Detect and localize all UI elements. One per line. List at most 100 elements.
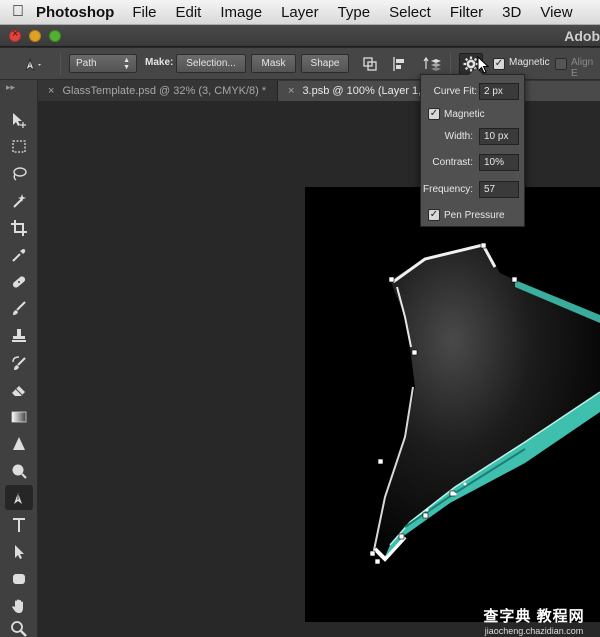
healing-brush-tool[interactable] [5,269,33,294]
lasso-tool[interactable] [5,161,33,186]
zoom-icon [11,620,27,637]
shape-tool[interactable] [5,566,33,591]
menu-type[interactable]: Type [338,4,371,21]
bandage-icon [12,275,26,288]
zoom-tool[interactable] [5,616,33,637]
make-selection-button[interactable]: Selection... [176,54,246,73]
hand-tool[interactable] [5,593,33,618]
align-edges-label: Align E [571,57,594,79]
make-shape-button[interactable]: Shape [301,54,349,73]
gradient-icon [11,411,27,422]
path-alignment-icon [393,57,404,71]
pen-pressure-checkbox[interactable]: ✓ [428,209,440,221]
move-tool-icon [13,112,26,128]
path-select-arrow-icon [15,544,24,559]
divider [450,53,451,75]
shard-body [373,245,600,563]
mode-select-value: Path [76,58,97,69]
close-tab-icon[interactable]: × [288,85,294,97]
menu-layer[interactable]: Layer [281,4,319,21]
window-title: Adob [564,28,600,44]
path-arrangement-icon [423,56,441,71]
frequency-input[interactable]: 57 [479,181,519,198]
frequency-label: Frequency: [423,184,474,195]
menu-file[interactable]: File [132,4,156,21]
width-input[interactable]: 10 px [479,128,519,145]
path-selection-tool[interactable] [5,539,33,564]
tab-label: GlassTemplate.psd @ 32% (3, CMYK/8) * [62,85,267,97]
menu-3d[interactable]: 3D [502,4,521,21]
type-icon [13,517,25,532]
path-operations-icon [363,57,377,71]
sharpen-tool[interactable] [5,431,33,456]
contrast-input[interactable]: 10% [479,154,519,171]
path-operations-button[interactable] [358,53,382,75]
menu-bar:  Photoshop File Edit Image Layer Type S… [0,0,600,25]
crop-tool-icon [11,219,27,236]
stamp-icon [12,328,26,342]
pen-tool-icon [25,58,41,71]
mode-select[interactable]: Path ▲ ▼ [69,54,137,73]
pen-tool-icon [14,492,22,504]
gradient-tool[interactable] [5,404,33,429]
menu-select[interactable]: Select [389,4,431,21]
dodge-tool[interactable] [5,458,33,483]
tool-preset-picker[interactable] [18,53,48,75]
type-tool[interactable] [5,512,33,537]
menu-view[interactable]: View [540,4,572,21]
curve-fit-input[interactable]: 2 px [479,83,519,100]
contrast-label: Contrast: [432,157,473,168]
marquee-tool[interactable] [5,134,33,159]
magic-wand-icon [13,193,26,208]
chevron-down-icon [38,64,41,66]
brush-icon [13,300,26,315]
history-brush-tool[interactable] [5,350,33,375]
clone-stamp-tool[interactable] [5,323,33,348]
watermark-url: jiaocheng.chazidian.com [484,626,584,636]
rounded-rectangle-icon [13,573,25,584]
align-edges-checkbox[interactable] [555,58,567,70]
zoom-window-button[interactable] [49,30,61,42]
apple-icon[interactable]:  [0,3,36,21]
close-tab-icon[interactable]: × [48,85,54,97]
watermark-title: 查字典 教程网 [483,608,585,625]
magnetic-label: Magnetic [509,57,550,68]
magnetic-label: Magnetic [444,109,485,120]
window-titlebar: Adob [0,25,600,47]
menu-image[interactable]: Image [220,4,262,21]
pen-tool[interactable] [5,485,33,510]
curve-fit-label: Curve Fit: [433,86,477,97]
crop-tool[interactable] [5,215,33,240]
dodge-icon [12,464,27,479]
pen-pressure-label: Pen Pressure [444,210,505,221]
marquee-tool-icon [12,139,26,153]
menu-edit[interactable]: Edit [176,4,202,21]
pen-settings-popup: Curve Fit: 2 px ✓ Magnetic Width: 10 px … [420,68,525,227]
eraser-icon [12,385,25,396]
triangle-icon [13,436,25,450]
quick-select-tool[interactable] [5,188,33,213]
eraser-tool[interactable] [5,377,33,402]
width-label: Width: [444,131,473,142]
path-alignment-button[interactable] [388,53,412,75]
make-label: Make: [145,57,174,68]
magnetic-checkbox[interactable]: ✓ [428,108,440,120]
eyedropper-icon [12,248,26,262]
move-tool[interactable] [5,107,33,132]
minimize-window-button[interactable] [29,30,41,42]
updown-chevron-icon: ▲ ▼ [123,56,130,71]
toolbox-collapse-icon[interactable]: ▸▸ [6,82,15,93]
app-menu[interactable]: Photoshop [36,4,114,21]
path-arrangement-button[interactable] [420,53,444,75]
hand-icon [12,599,23,613]
tab-glasstemplate[interactable]: × GlassTemplate.psd @ 32% (3, CMYK/8) * [38,81,278,101]
close-window-button[interactable] [9,28,21,42]
make-mask-button[interactable]: Mask [251,54,296,73]
watermark: 查字典 教程网 jiaocheng.chazidian.com [468,605,600,636]
lasso-tool-icon [13,166,27,181]
menu-filter[interactable]: Filter [450,4,483,21]
magnetic-checkbox[interactable]: ✓ [493,58,505,70]
eyedropper-tool[interactable] [5,242,33,267]
brush-tool[interactable] [5,296,33,321]
glass-shard-artwork[interactable] [305,187,600,622]
